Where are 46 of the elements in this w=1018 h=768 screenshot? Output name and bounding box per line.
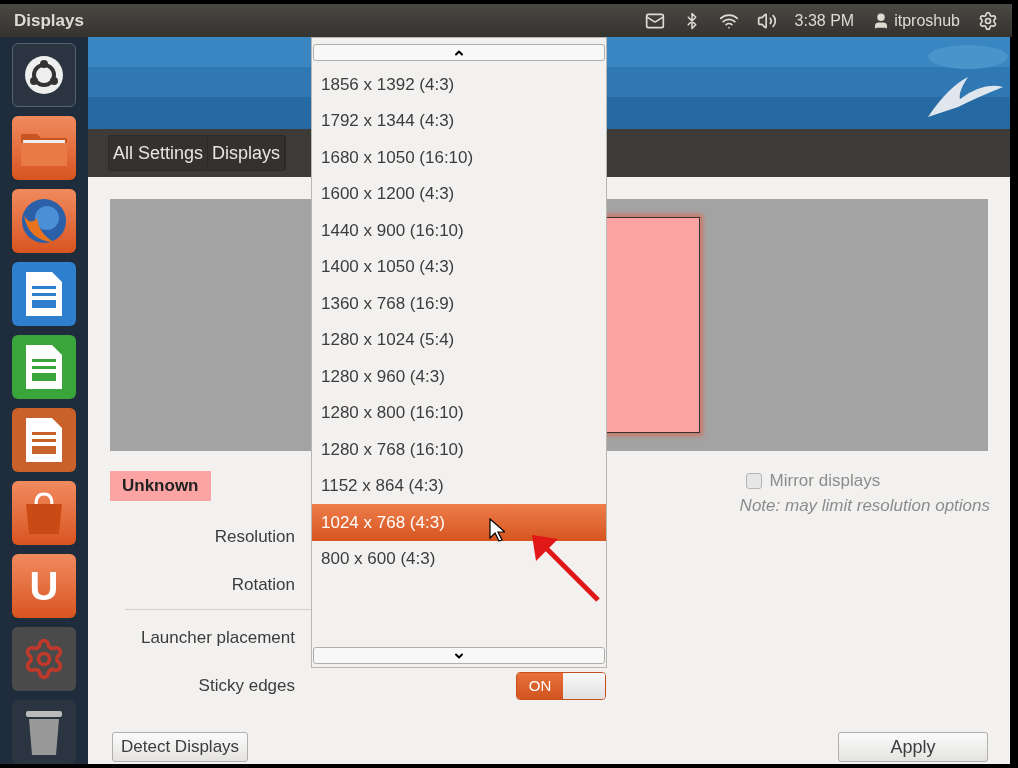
window-title: Displays — [14, 9, 84, 32]
user-name[interactable]: itproshub — [894, 8, 960, 33]
menu-item[interactable]: 1360 x 768 (16:9) — [312, 285, 606, 322]
note-text: Note: may limit resolution options — [739, 495, 990, 517]
menu-item[interactable]: 1280 x 800 (16:10) — [312, 394, 606, 431]
store-launcher-button[interactable] — [12, 481, 76, 545]
setting-label: Resolution — [213, 526, 295, 549]
scroll-up-button[interactable] — [313, 44, 605, 61]
menu-item[interactable]: 1280 x 768 (16:10) — [312, 431, 606, 468]
document-icon — [24, 416, 64, 464]
menu-item[interactable]: 1280 x 960 (4:3) — [312, 358, 606, 395]
clock[interactable]: 3:38 PM — [794, 8, 855, 33]
menu-item[interactable]: 1792 x 1344 (4:3) — [312, 102, 606, 139]
globe-icon — [19, 196, 69, 246]
volume-icon[interactable] — [756, 10, 777, 31]
menu-item[interactable]: 1600 x 1200 (4:3) — [312, 175, 606, 212]
trash-launcher-button[interactable] — [12, 700, 76, 764]
dash-button[interactable] — [12, 43, 76, 107]
mouse-cursor-icon — [489, 518, 505, 542]
apply-button[interactable]: Apply — [838, 732, 988, 762]
settings-icon[interactable] — [978, 10, 998, 31]
pointer-arrow-drawing — [530, 533, 602, 603]
setting-label: Launcher placement — [139, 627, 295, 650]
menu-item[interactable]: 1856 x 1392 (4:3) — [312, 66, 606, 103]
menu-item[interactable]: 1440 x 900 (16:10) — [312, 212, 606, 249]
menu-item[interactable]: 1152 x 864 (4:3) — [312, 467, 606, 504]
menu-item[interactable]: 1680 x 1050 (16:10) — [312, 139, 606, 176]
document-launcher-button[interactable] — [12, 408, 76, 472]
scroll-down-button[interactable] — [313, 647, 605, 664]
document-icon — [24, 270, 64, 318]
browser-launcher-button[interactable] — [12, 189, 76, 253]
menu-item[interactable]: 800 x 600 (4:3) — [312, 540, 606, 577]
setting-label: Rotation — [230, 574, 295, 597]
detect-displays-button[interactable]: Detect Displays — [112, 732, 249, 762]
circle-logo-icon — [24, 55, 64, 95]
setting-label: Sticky edges — [197, 675, 295, 698]
breadcrumb-button[interactable]: Displays — [208, 136, 286, 170]
menu-item[interactable]: 1400 x 1050 (4:3) — [312, 248, 606, 285]
toggle-switch[interactable]: ON — [516, 672, 606, 700]
document-launcher-button[interactable] — [12, 262, 76, 326]
folder-launcher-button[interactable] — [12, 116, 76, 180]
menu-item[interactable]: 1280 x 1024 (5:4) — [312, 321, 606, 358]
breadcrumb-button[interactable]: All Settings — [109, 136, 209, 170]
document-launcher-button[interactable] — [12, 335, 76, 399]
document-icon — [24, 343, 64, 391]
display-name-label: Unknown — [110, 471, 211, 501]
